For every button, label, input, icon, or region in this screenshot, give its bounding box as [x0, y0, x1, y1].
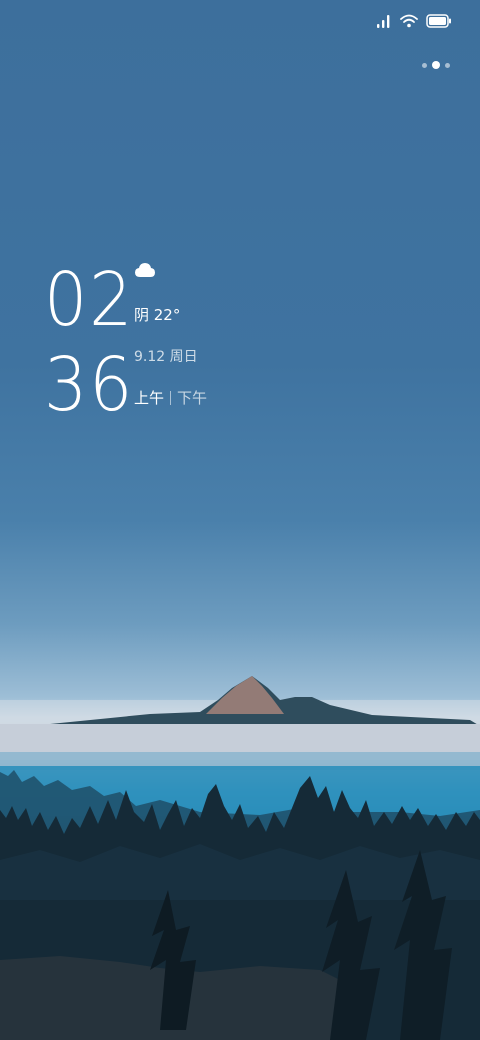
pm-label: 下午 [177, 389, 208, 407]
weather-label: 阴 22° [134, 306, 181, 324]
clock-minutes: 36 [44, 342, 135, 428]
date-label: 9.12 周日 [134, 349, 198, 365]
page-dot-active [432, 61, 440, 69]
ampm-divider [170, 390, 172, 405]
signal-icon [376, 14, 392, 28]
page-dot [445, 62, 450, 68]
am-label: 上午 [134, 389, 165, 407]
clock-widget[interactable]: 02 36 [44, 258, 142, 428]
status-bar [376, 12, 452, 30]
page-dot [422, 62, 427, 68]
ampm-indicator: 上午 下午 [134, 387, 207, 408]
cloud-icon [134, 262, 156, 278]
wifi-icon [400, 14, 418, 28]
clock-hours: 02 [44, 257, 135, 343]
weather-icon-wrap [134, 262, 156, 278]
page-indicator [422, 61, 450, 69]
wallpaper-landscape [0, 676, 480, 1040]
battery-fill [429, 17, 446, 25]
battery-icon [426, 14, 452, 28]
